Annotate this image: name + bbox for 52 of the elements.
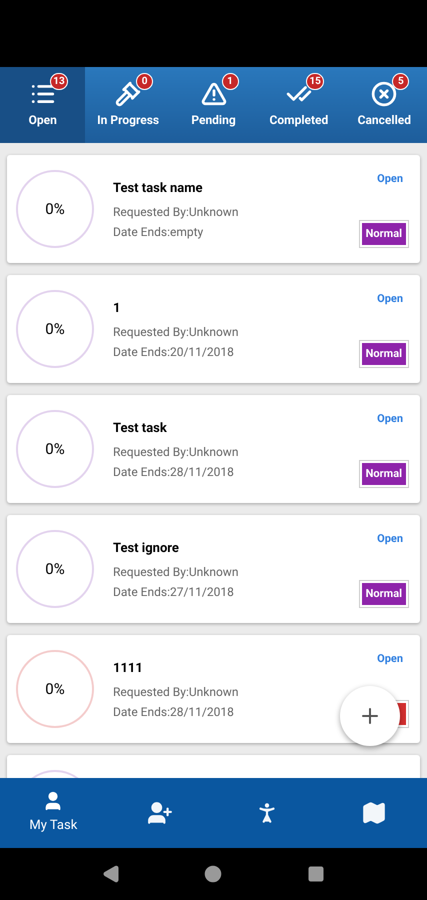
warning-icon (200, 81, 227, 107)
progress-ring: 0% (16, 290, 94, 368)
count-badge: 1 (222, 73, 239, 90)
task-name: 1 (113, 300, 122, 318)
add-user-icon (147, 800, 174, 826)
task-card[interactable]: 0% 1111 Requested By:Unknown Date Ends:28/11/2018 Open (7, 635, 420, 743)
date-ends: Date Ends:28/11/2018 (113, 464, 235, 480)
date-ends: Date Ends:20/11/2018 (113, 344, 235, 360)
priority-tag: Normal (360, 581, 408, 607)
status-label: Open (377, 291, 403, 307)
task-card[interactable]: 0% Test task Requested By:Unknown Date Ends:28/11/2018 Open Normal (7, 395, 420, 503)
tab[interactable]: 13 Open (0, 67, 86, 143)
task-name: 1111 (113, 660, 144, 678)
requested-by: Requested By:Unknown (113, 564, 240, 580)
priority-tag: Normal (360, 341, 408, 367)
date-ends: Date Ends:28/11/2018 (113, 704, 235, 720)
task-name: Test task (113, 420, 168, 438)
cancel-icon (371, 81, 398, 107)
tab[interactable]: 15 Completed (256, 67, 342, 143)
progress-ring: 0% (16, 650, 94, 728)
requested-by: Requested By:Unknown (113, 204, 240, 220)
count-badge: 5 (392, 73, 410, 90)
task-name: Test task name (113, 180, 204, 198)
date-ends: Date Ends:27/11/2018 (113, 584, 235, 600)
back-icon[interactable] (102, 865, 120, 883)
tab[interactable]: 1 Pending (170, 67, 256, 143)
task-name: Test ignore (113, 540, 180, 558)
map-icon (360, 800, 387, 826)
requested-by: Requested By:Unknown (113, 444, 240, 460)
progress-ring: 0% (16, 170, 94, 248)
progress-ring: 0% (16, 530, 94, 608)
task-card[interactable]: 0% 1 Requested By:Unknown Date Ends:20/11/2018 Open Normal (7, 275, 420, 383)
gavel-icon (115, 81, 142, 107)
count-badge: 15 (306, 73, 324, 90)
status-label: Open (377, 651, 403, 667)
tab[interactable]: 5 Cancelled (342, 67, 427, 143)
status-label: Open (377, 531, 403, 547)
status-label: Open (377, 411, 403, 427)
count-badge: 13 (50, 73, 68, 90)
count-badge: 0 (136, 73, 154, 90)
home-icon[interactable] (204, 865, 222, 883)
priority-tag: Normal (360, 461, 408, 487)
requested-by: Requested By:Unknown (113, 684, 240, 700)
tab[interactable]: 0 In Progress (85, 67, 171, 143)
status-label: Open (377, 171, 403, 187)
task-card[interactable]: 0% Test ignore Requested By:Unknown Date Ends:27/11/2018 Open Normal (7, 515, 420, 623)
progress-ring: 0% (16, 410, 94, 488)
priority-tag: Normal (360, 221, 408, 247)
recents-icon[interactable] (306, 865, 325, 883)
requested-by: Requested By:Unknown (113, 324, 240, 340)
date-ends: Date Ends:empty (113, 224, 204, 240)
task-card[interactable]: 0% Test task name Requested By:Unknown Date Ends:empty Open Normal (7, 155, 420, 263)
